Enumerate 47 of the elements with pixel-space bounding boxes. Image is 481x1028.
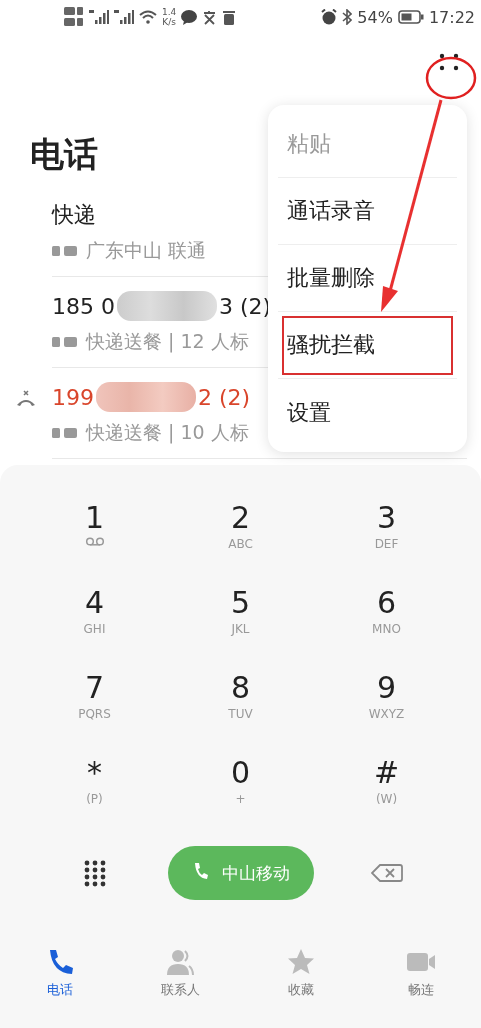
clock: 17:22 [428,7,475,27]
menu-item[interactable]: 骚扰拦截 [278,312,457,379]
network-speed-unit: K/s [162,17,176,27]
nav-tab[interactable]: 电话 [20,946,101,1028]
dial-key[interactable]: 9 WXYZ [313,669,460,747]
dial-key[interactable]: 1 [21,499,168,577]
sim-hd-icon [52,245,80,257]
page-title: 电话 [30,133,98,176]
translate-icon [202,9,218,25]
dial-key[interactable]: 7 PQRS [21,669,168,747]
menu-item[interactable]: 设置 [278,379,457,446]
contacts-icon [165,947,196,977]
caller-name: 185 0 [52,293,115,319]
bluetooth-icon [342,9,353,25]
call-detail-text: 广东中山 联通 [86,238,207,263]
battery-icon [397,10,424,24]
dial-key[interactable]: 2 ABC [167,499,314,577]
dial-key[interactable]: # (W) [313,754,460,832]
dial-key[interactable]: 8 TUV [167,669,314,747]
signal-icon [89,9,109,25]
dial-key[interactable]: 5 JKL [167,584,314,662]
chat-bubble-icon [181,9,198,25]
dial-key[interactable]: 3 DEF [313,499,460,577]
caller-name-end: 2 (2) [198,384,251,410]
trash-icon [222,9,237,25]
alarm-icon [321,9,338,25]
dial-key[interactable]: * (P) [21,754,168,832]
dial-key[interactable]: 4 GHI [21,584,168,662]
nav-tab[interactable]: 联系人 [140,946,221,1028]
call-detail-text: 快递送餐 | 12 人标 [86,329,249,355]
network-speed: 1.4 [162,7,177,17]
menu-item[interactable]: 通话录音 [278,178,457,245]
battery-percent: 54% [357,7,393,27]
dial-key[interactable]: 6 MNO [313,584,460,662]
call-detail-text: 快递送餐 | 10 人标 [86,420,249,446]
nav-tab[interactable]: 畅连 [380,946,461,1028]
wifi-icon [139,10,157,24]
caller-name: 199 [52,384,94,410]
caller-name: 快递 [52,201,96,229]
sim-hd-icon [52,427,80,439]
sim-hd-icon [52,336,80,348]
dial-key[interactable]: 0 + [167,754,314,832]
more-dots-icon [437,52,461,72]
nav-tab[interactable]: 收藏 [260,946,341,1028]
voicemail-icon [84,537,105,546]
sim-hd-icon [64,6,84,28]
signal-icon [114,9,134,25]
